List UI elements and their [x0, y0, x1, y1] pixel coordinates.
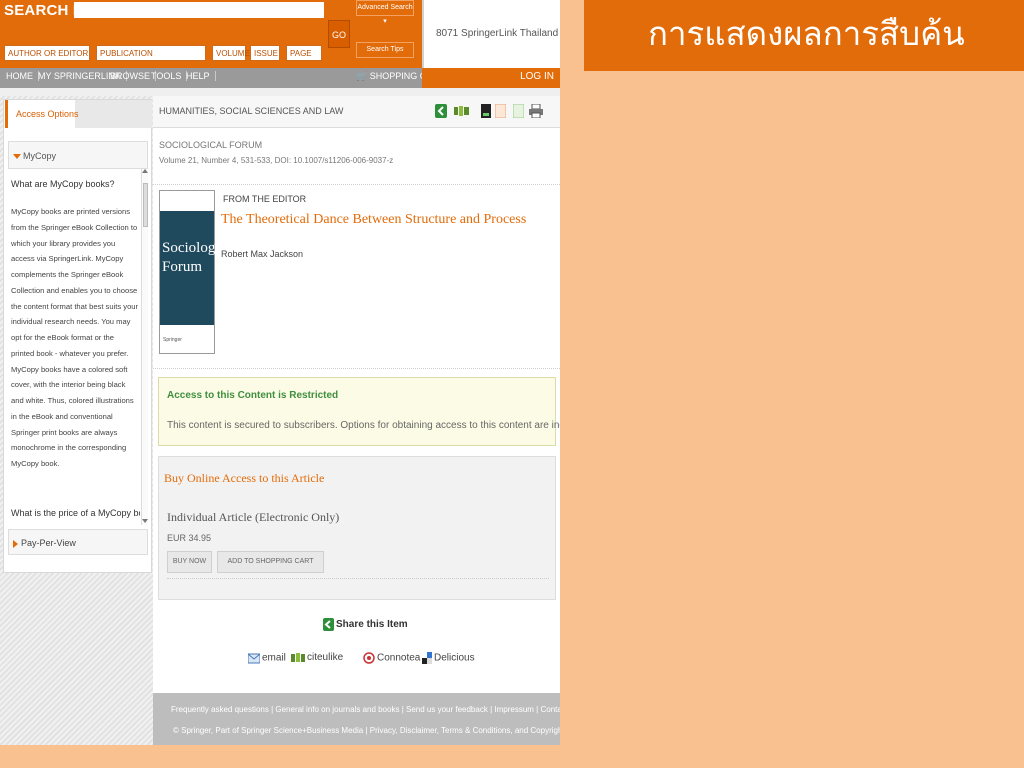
mycopy-header[interactable]: MyCopy [8, 141, 148, 169]
share-delicious-link[interactable]: Delicious [422, 652, 475, 664]
journal-name[interactable]: SOCIOLOGICAL FORUM [159, 140, 262, 150]
footer-copyright: © Springer, Part of Springer Science+Bus… [173, 726, 364, 735]
search-input[interactable] [74, 2, 324, 18]
scroll-thumb[interactable] [143, 183, 148, 227]
share-title: Share this Item [323, 618, 408, 631]
portal-name: 8071 SpringerLink Thailand [436, 28, 559, 39]
article-title[interactable]: The Theoretical Dance Between Structure … [221, 212, 526, 228]
top-gap [0, 88, 560, 96]
advanced-search-label: Advanced Search [357, 4, 413, 11]
citeulike-icon [291, 653, 305, 662]
cover-top-band [160, 191, 214, 211]
buy-price: EUR 34.95 [167, 533, 212, 543]
cover-publisher: Springer [163, 337, 182, 343]
divider [153, 184, 560, 185]
share-connotea-label: Connotea [377, 652, 421, 664]
email-icon [248, 653, 260, 664]
share-icon[interactable] [435, 104, 447, 118]
divider [153, 368, 560, 369]
mycopy-body: What are MyCopy books? MyCopy books are … [8, 169, 140, 525]
footer-link-general-info[interactable]: General info on journals and books [275, 705, 399, 714]
share-citeulike-link[interactable]: citeulike [291, 652, 343, 663]
article-author[interactable]: Robert Max Jackson [221, 249, 303, 259]
cover-bottom-band: Springer [160, 325, 214, 353]
mycopy-question-2: What is the price of a MyCopy book? [11, 508, 140, 518]
page-field[interactable]: PAGE [286, 45, 322, 61]
buy-now-button[interactable]: BUY NOW [167, 551, 212, 573]
go-button[interactable]: GO [328, 20, 350, 48]
nav-browse[interactable]: BROWSE [110, 71, 157, 81]
nav-tools[interactable]: TOOLS [151, 71, 188, 81]
share-delicious-label: Delicious [434, 652, 475, 664]
login-link[interactable]: LOG IN [520, 71, 554, 82]
share-email-link[interactable]: email [248, 652, 286, 664]
subject-bar: HUMANITIES, SOCIAL SCIENCES AND LAW [153, 96, 560, 128]
pdf-icon[interactable] [495, 104, 506, 118]
advanced-search-button[interactable]: Advanced Search ▾ [356, 0, 414, 25]
mycopy-description: MyCopy books are printed versions from t… [11, 207, 139, 468]
citeulike-icon[interactable] [454, 104, 470, 118]
springerlink-screenshot: SEARCH FOR AUTHOR OR EDITOR PUBLICATION … [0, 0, 560, 745]
mycopy-header-label: MyCopy [23, 151, 57, 161]
share-title-label: Share this Item [336, 619, 408, 631]
mycopy-question-1: What are MyCopy books? [11, 179, 115, 189]
share-connotea-link[interactable]: Connotea [363, 652, 420, 664]
connotea-icon [363, 652, 375, 664]
buy-option: Individual Article (Electronic Only) [167, 510, 340, 524]
pay-per-view-header[interactable]: Pay-Per-View [8, 529, 148, 555]
search-tips-button[interactable]: Search Tips [356, 42, 414, 58]
share-icon [323, 618, 334, 631]
publication-field[interactable]: PUBLICATION [96, 45, 206, 61]
buy-divider [167, 578, 549, 579]
article-section: FROM THE EDITOR [223, 194, 307, 204]
triangle-right-icon [13, 539, 18, 548]
access-restricted-box: Access to this Content is Restricted Thi… [158, 377, 560, 446]
footer-link-faq[interactable]: Frequently asked questions [171, 705, 269, 714]
footer-link-impressum[interactable]: Impressum [494, 705, 534, 714]
footer-legal: © Springer, Part of Springer Science+Bus… [173, 726, 560, 735]
chevron-down-icon: ▾ [383, 18, 387, 25]
nav-home[interactable]: HOME [6, 71, 39, 81]
scroll-up-icon[interactable] [142, 169, 148, 173]
slide-title: การแสดงผลการสืบค้น [648, 14, 965, 53]
footer-links: Frequently asked questions | General inf… [171, 705, 560, 714]
tab-strip [75, 100, 152, 128]
journal-cover[interactable]: Sociological Forum Springer [159, 190, 237, 354]
scroll-down-icon[interactable] [142, 519, 148, 523]
footer: Frequently asked questions | General inf… [153, 693, 560, 745]
login-area: LOG IN [422, 68, 560, 88]
volume-field[interactable]: VOLUME [212, 45, 250, 61]
add-to-cart-button[interactable]: ADD TO SHOPPING CART [217, 551, 324, 573]
cart-icon: 🛒 [356, 71, 368, 81]
share-email-label: email [262, 652, 286, 664]
buy-access-box: Buy Online Access to this Article Indivi… [158, 456, 556, 600]
journal-meta: Volume 21, Number 4, 531-533, DOI: 10.10… [159, 156, 394, 165]
footer-link-contact[interactable]: Contact us [540, 705, 560, 714]
issue-field[interactable]: ISSUE [250, 45, 280, 61]
document-icon[interactable] [513, 104, 524, 118]
portal-box: 8071 SpringerLink Thailand [422, 0, 560, 68]
restricted-text: This content is secured to subscribers. … [167, 420, 560, 431]
triangle-down-icon [13, 154, 21, 160]
restricted-title: Access to this Content is Restricted [167, 390, 339, 401]
mycopy-scrollbar[interactable] [141, 169, 148, 525]
tab-access-options[interactable]: Access Options [5, 100, 79, 128]
pay-per-view-label: Pay-Per-View [21, 538, 76, 548]
buy-title: Buy Online Access to this Article [164, 471, 325, 485]
author-field[interactable]: AUTHOR OR EDITOR [4, 45, 90, 61]
main-content: HUMANITIES, SOCIAL SCIENCES AND LAW SOCI… [153, 96, 560, 693]
subject-title: HUMANITIES, SOCIAL SCIENCES AND LAW [159, 106, 344, 116]
bookmark-icon[interactable] [481, 104, 491, 118]
delicious-icon [422, 652, 432, 664]
print-icon[interactable] [529, 104, 543, 118]
share-citeulike-label: citeulike [307, 652, 344, 664]
footer-privacy-link[interactable]: Privacy, Disclaimer, Terms & Conditions,… [370, 726, 560, 735]
footer-link-feedback[interactable]: Send us your feedback [406, 705, 488, 714]
nav-help[interactable]: HELP [186, 71, 216, 81]
